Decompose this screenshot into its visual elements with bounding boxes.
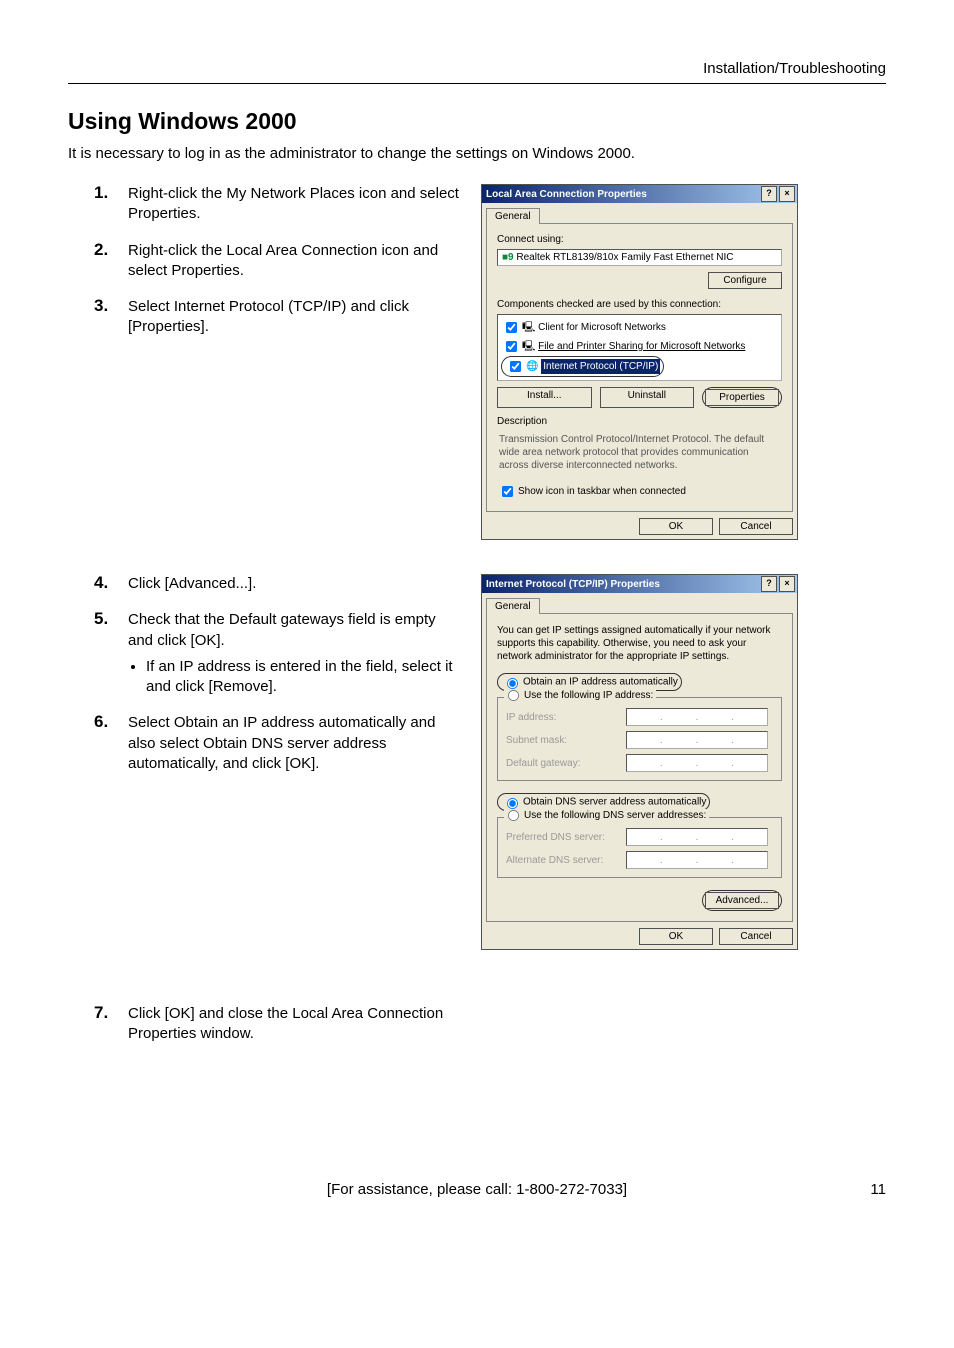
ip-group: Use the following IP address: IP address… bbox=[497, 697, 782, 781]
radio-icon[interactable] bbox=[508, 690, 519, 701]
dialog-blurb: You can get IP settings assigned automat… bbox=[497, 624, 782, 663]
nic-field: ■9 Realtek RTL8139/810x Family Fast Ethe… bbox=[497, 249, 782, 266]
help-icon[interactable]: ? bbox=[761, 576, 777, 592]
step-5: Check that the Default gateways field is… bbox=[68, 610, 463, 697]
step-6: Select Obtain an IP address automaticall… bbox=[68, 713, 463, 774]
step-3: Select Internet Protocol (TCP/IP) and cl… bbox=[68, 297, 463, 338]
radio-icon[interactable] bbox=[507, 798, 518, 809]
components-label: Components checked are used by this conn… bbox=[497, 299, 782, 310]
close-icon[interactable]: × bbox=[779, 576, 795, 592]
radio-icon[interactable] bbox=[508, 810, 519, 821]
checkbox-icon[interactable] bbox=[506, 341, 517, 352]
help-icon[interactable]: ? bbox=[761, 186, 777, 202]
dialog-titlebar: Local Area Connection Properties ? × bbox=[482, 185, 797, 203]
cancel-button[interactable]: Cancel bbox=[719, 518, 793, 535]
list-item[interactable]: 🖳 File and Printer Sharing for Microsoft… bbox=[501, 337, 778, 356]
header-rule bbox=[68, 83, 886, 84]
step-7: Click [OK] and close the Local Area Conn… bbox=[68, 1004, 463, 1045]
connect-using-label: Connect using: bbox=[497, 234, 782, 245]
alt-dns-field: ... bbox=[626, 851, 768, 869]
nic-name: Realtek RTL8139/810x Family Fast Etherne… bbox=[516, 252, 733, 263]
checkbox-icon[interactable] bbox=[510, 361, 521, 372]
configure-button[interactable]: Configure bbox=[708, 272, 782, 289]
page-header: Installation/Troubleshooting bbox=[68, 60, 886, 77]
show-icon-row[interactable]: Show icon in taskbar when connected bbox=[497, 482, 782, 501]
radio-icon[interactable] bbox=[507, 678, 518, 689]
footer-text: [For assistance, please call: 1-800-272-… bbox=[327, 1181, 627, 1198]
nic-icon: ■9 bbox=[502, 252, 514, 263]
ok-button[interactable]: OK bbox=[639, 928, 713, 945]
properties-button[interactable]: Properties bbox=[705, 389, 779, 406]
page-title: Using Windows 2000 bbox=[68, 108, 886, 135]
pref-dns-label: Preferred DNS server: bbox=[506, 832, 626, 843]
use-following-ip-radio[interactable]: Use the following IP address: bbox=[504, 689, 656, 702]
checkbox-icon[interactable] bbox=[502, 486, 513, 497]
checkbox-icon[interactable] bbox=[506, 322, 517, 333]
list-item[interactable]: 🖳 Client for Microsoft Networks bbox=[501, 318, 778, 337]
close-icon[interactable]: × bbox=[779, 186, 795, 202]
cancel-button[interactable]: Cancel bbox=[719, 928, 793, 945]
ip-address-label: IP address: bbox=[506, 712, 626, 723]
components-listbox[interactable]: 🖳 Client for Microsoft Networks 🖳 File a… bbox=[497, 314, 782, 381]
tcpip-properties-dialog: Internet Protocol (TCP/IP) Properties ? … bbox=[481, 574, 798, 950]
use-following-dns-radio[interactable]: Use the following DNS server addresses: bbox=[504, 809, 709, 822]
step-4: Click [Advanced...]. bbox=[68, 574, 463, 594]
ok-button[interactable]: OK bbox=[639, 518, 713, 535]
page-number: 11 bbox=[870, 1181, 886, 1198]
alt-dns-label: Alternate DNS server: bbox=[506, 855, 626, 866]
advanced-button[interactable]: Advanced... bbox=[705, 892, 779, 909]
tab-general[interactable]: General bbox=[486, 598, 540, 614]
step-5-sub: If an IP address is entered in the field… bbox=[146, 657, 463, 698]
step-1: Right-click the My Network Places icon a… bbox=[68, 184, 463, 225]
intro-text: It is necessary to log in as the adminis… bbox=[68, 145, 886, 162]
uninstall-button[interactable]: Uninstall bbox=[600, 387, 695, 408]
list-item-selected[interactable]: 🌐 Internet Protocol (TCP/IP) bbox=[501, 356, 778, 377]
default-gw-field: ... bbox=[626, 754, 768, 772]
install-button[interactable]: Install... bbox=[497, 387, 592, 408]
dialog-titlebar: Internet Protocol (TCP/IP) Properties ? … bbox=[482, 575, 797, 593]
ip-address-field: ... bbox=[626, 708, 768, 726]
tab-general[interactable]: General bbox=[486, 208, 540, 224]
dns-group: Use the following DNS server addresses: … bbox=[497, 817, 782, 878]
local-area-conn-dialog: Local Area Connection Properties ? × Gen… bbox=[481, 184, 798, 540]
dialog-title: Local Area Connection Properties bbox=[486, 189, 759, 200]
dialog-title: Internet Protocol (TCP/IP) Properties bbox=[486, 579, 759, 590]
description-label: Description bbox=[497, 416, 782, 427]
subnet-mask-field: ... bbox=[626, 731, 768, 749]
subnet-mask-label: Subnet mask: bbox=[506, 735, 626, 746]
default-gw-label: Default gateway: bbox=[506, 758, 626, 769]
pref-dns-field: ... bbox=[626, 828, 768, 846]
step-2: Right-click the Local Area Connection ic… bbox=[68, 241, 463, 282]
description-text: Transmission Control Protocol/Internet P… bbox=[499, 433, 780, 472]
